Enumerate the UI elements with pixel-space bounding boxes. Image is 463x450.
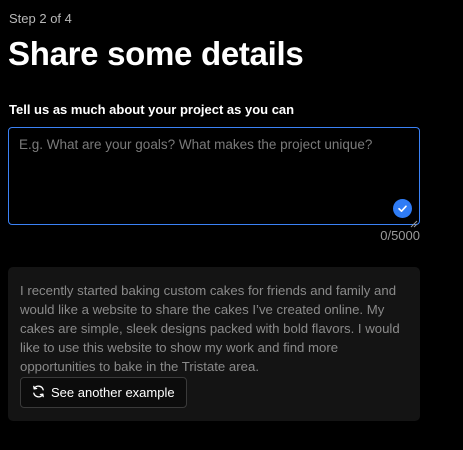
example-text: I recently started baking custom cakes f… [20,283,400,374]
see-another-example-label: See another example [51,385,175,400]
details-textarea-container [8,127,420,228]
see-another-example-button[interactable]: See another example [20,377,187,408]
resize-grip-icon[interactable] [410,215,418,228]
step-indicator: Step 2 of 4 [9,11,72,26]
details-textarea[interactable] [9,128,419,224]
details-field-label: Tell us as much about your project as yo… [9,102,295,117]
refresh-icon [31,384,46,402]
character-counter: 0/5000 [380,228,420,243]
page-title: Share some details [8,35,304,72]
example-card: I recently started baking custom cakes f… [8,267,420,421]
